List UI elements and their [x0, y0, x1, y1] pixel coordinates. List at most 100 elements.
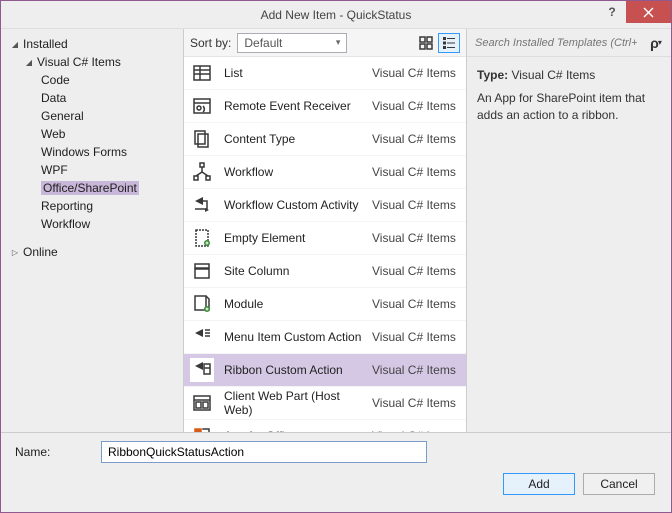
template-details: Type: Visual C# Items An App for SharePo… — [467, 57, 671, 133]
tree-label: Code — [41, 73, 70, 87]
tree-label: Workflow — [41, 217, 90, 231]
collapse-icon: ◢ — [25, 58, 33, 66]
template-name: Client Web Part (Host Web) — [224, 389, 362, 417]
tree-node-wpf[interactable]: WPF — [7, 161, 177, 179]
empty-icon — [190, 226, 214, 250]
template-item[interactable]: Module Visual C# Items — [184, 288, 466, 321]
cancel-button[interactable]: Cancel — [583, 473, 655, 495]
column-icon — [190, 259, 214, 283]
dialog-footer: Name: Add Cancel — [1, 432, 671, 512]
tree-node-installed[interactable]: ◢ Installed — [7, 35, 177, 53]
dialog-window: Add New Item - QuickStatus ? ◢ Installed… — [0, 0, 672, 513]
tree-label: Reporting — [41, 199, 93, 213]
template-name: Remote Event Receiver — [224, 99, 362, 113]
template-category: Visual C# Items — [372, 198, 460, 212]
tree-node-code[interactable]: Code — [7, 71, 177, 89]
list-icon — [190, 61, 214, 85]
webpart-icon — [190, 391, 214, 415]
search-bar: ρ▾ — [467, 29, 671, 57]
tree-node-general[interactable]: General — [7, 107, 177, 125]
workflow-icon — [190, 160, 214, 184]
type-value: Visual C# Items — [511, 68, 595, 82]
template-category: Visual C# Items — [372, 66, 460, 80]
tree-node-reporting[interactable]: Reporting — [7, 197, 177, 215]
menu-icon — [190, 325, 214, 349]
help-button[interactable]: ? — [598, 1, 626, 23]
template-list-panel: Sort by: Default ▾ ListVisual C# ItemsRe… — [184, 29, 467, 432]
view-details-button[interactable] — [438, 33, 460, 53]
chevron-down-icon: ▾ — [336, 37, 341, 48]
tree-label: Online — [23, 245, 58, 259]
content-icon — [190, 127, 214, 151]
template-name: Module — [224, 297, 362, 311]
template-item[interactable]: Empty Element Visual C# Items — [184, 222, 466, 255]
tree-label: Visual C# Items — [37, 55, 121, 69]
template-item[interactable]: Ribbon Custom Action Visual C# Items — [184, 354, 466, 387]
template-category: Visual C# Items — [372, 363, 460, 377]
template-item[interactable]: Client Web Part (Host Web) Visual C# Item… — [184, 387, 466, 420]
sortby-label: Sort by: — [190, 36, 231, 50]
tree-node-visual-csharp[interactable]: ◢ Visual C# Items — [7, 53, 177, 71]
close-icon — [643, 7, 654, 18]
name-input[interactable] — [101, 441, 427, 463]
sortby-value: Default — [244, 36, 282, 50]
list-icon — [442, 36, 456, 50]
tree-label: Windows Forms — [41, 145, 127, 159]
category-tree: ◢ Installed ◢ Visual C# Items Code Data … — [1, 29, 184, 432]
sortby-dropdown[interactable]: Default ▾ — [237, 33, 347, 53]
search-input[interactable] — [471, 33, 641, 53]
name-row: Name: — [15, 441, 657, 463]
grid-icon — [419, 36, 433, 50]
template-item[interactable]: Content TypeVisual C# Items — [184, 123, 466, 156]
chevron-down-icon: ▾ — [658, 38, 662, 47]
office-icon — [190, 424, 214, 432]
ribbon-icon — [190, 358, 214, 382]
tree-label: Web — [41, 127, 65, 141]
close-button[interactable] — [626, 1, 671, 23]
tree-node-office-sharepoint[interactable]: Office/SharePoint — [7, 179, 177, 197]
template-category: Visual C# Items — [372, 396, 460, 410]
template-name: List — [224, 66, 362, 80]
window-buttons: ? — [598, 1, 671, 28]
template-item[interactable]: List Visual C# Items — [184, 57, 466, 90]
template-category: Visual C# Items — [372, 165, 460, 179]
template-item[interactable]: Site Column Visual C# Items — [184, 255, 466, 288]
tree-node-data[interactable]: Data — [7, 89, 177, 107]
template-description: An App for SharePoint item that adds an … — [477, 90, 661, 124]
template-name: Empty Element — [224, 231, 362, 245]
tree-node-online[interactable]: ▷ Online — [7, 243, 177, 261]
titlebar[interactable]: Add New Item - QuickStatus ? — [1, 1, 671, 29]
collapse-icon: ◢ — [11, 40, 19, 48]
dialog-body: ◢ Installed ◢ Visual C# Items Code Data … — [1, 29, 671, 432]
template-list[interactable]: ListVisual C# ItemsRemote Event Receiver… — [184, 57, 466, 432]
view-large-icons-button[interactable] — [415, 33, 437, 53]
add-button[interactable]: Add — [503, 473, 575, 495]
template-item[interactable]: WorkflowVisual C# Items — [184, 156, 466, 189]
search-button[interactable]: ρ▾ — [645, 33, 667, 53]
tree-label: General — [41, 109, 84, 123]
template-item[interactable]: App for OfficeVisual C# Items — [184, 420, 466, 432]
tree-node-windows-forms[interactable]: Windows Forms — [7, 143, 177, 161]
activity-icon — [190, 193, 214, 217]
window-title: Add New Item - QuickStatus — [1, 8, 671, 22]
button-row: Add Cancel — [15, 473, 657, 495]
tree-node-workflow[interactable]: Workflow — [7, 215, 177, 233]
template-category: Visual C# Items — [372, 297, 460, 311]
list-toolbar: Sort by: Default ▾ — [184, 29, 466, 57]
tree-node-web[interactable]: Web — [7, 125, 177, 143]
template-category: Visual C# Items — [372, 264, 460, 278]
template-category: Visual C# Items — [372, 99, 460, 113]
template-name: Menu Item Custom Action — [224, 330, 362, 344]
template-category: Visual C# Items — [372, 330, 460, 344]
type-label: Type: — [477, 68, 508, 82]
template-item[interactable]: Menu Item Custom Action Visual C# Items — [184, 321, 466, 354]
template-category: Visual C# Items — [372, 231, 460, 245]
tree-label: Data — [41, 91, 66, 105]
template-name: Ribbon Custom Action — [224, 363, 362, 377]
template-name: Site Column — [224, 264, 362, 278]
tree-label: Office/SharePoint — [41, 181, 139, 195]
template-item[interactable]: Workflow Custom ActivityVisual C# Items — [184, 189, 466, 222]
name-label: Name: — [15, 445, 91, 459]
template-item[interactable]: Remote Event Receiver Visual C# Items — [184, 90, 466, 123]
tree-label: Installed — [23, 37, 68, 51]
